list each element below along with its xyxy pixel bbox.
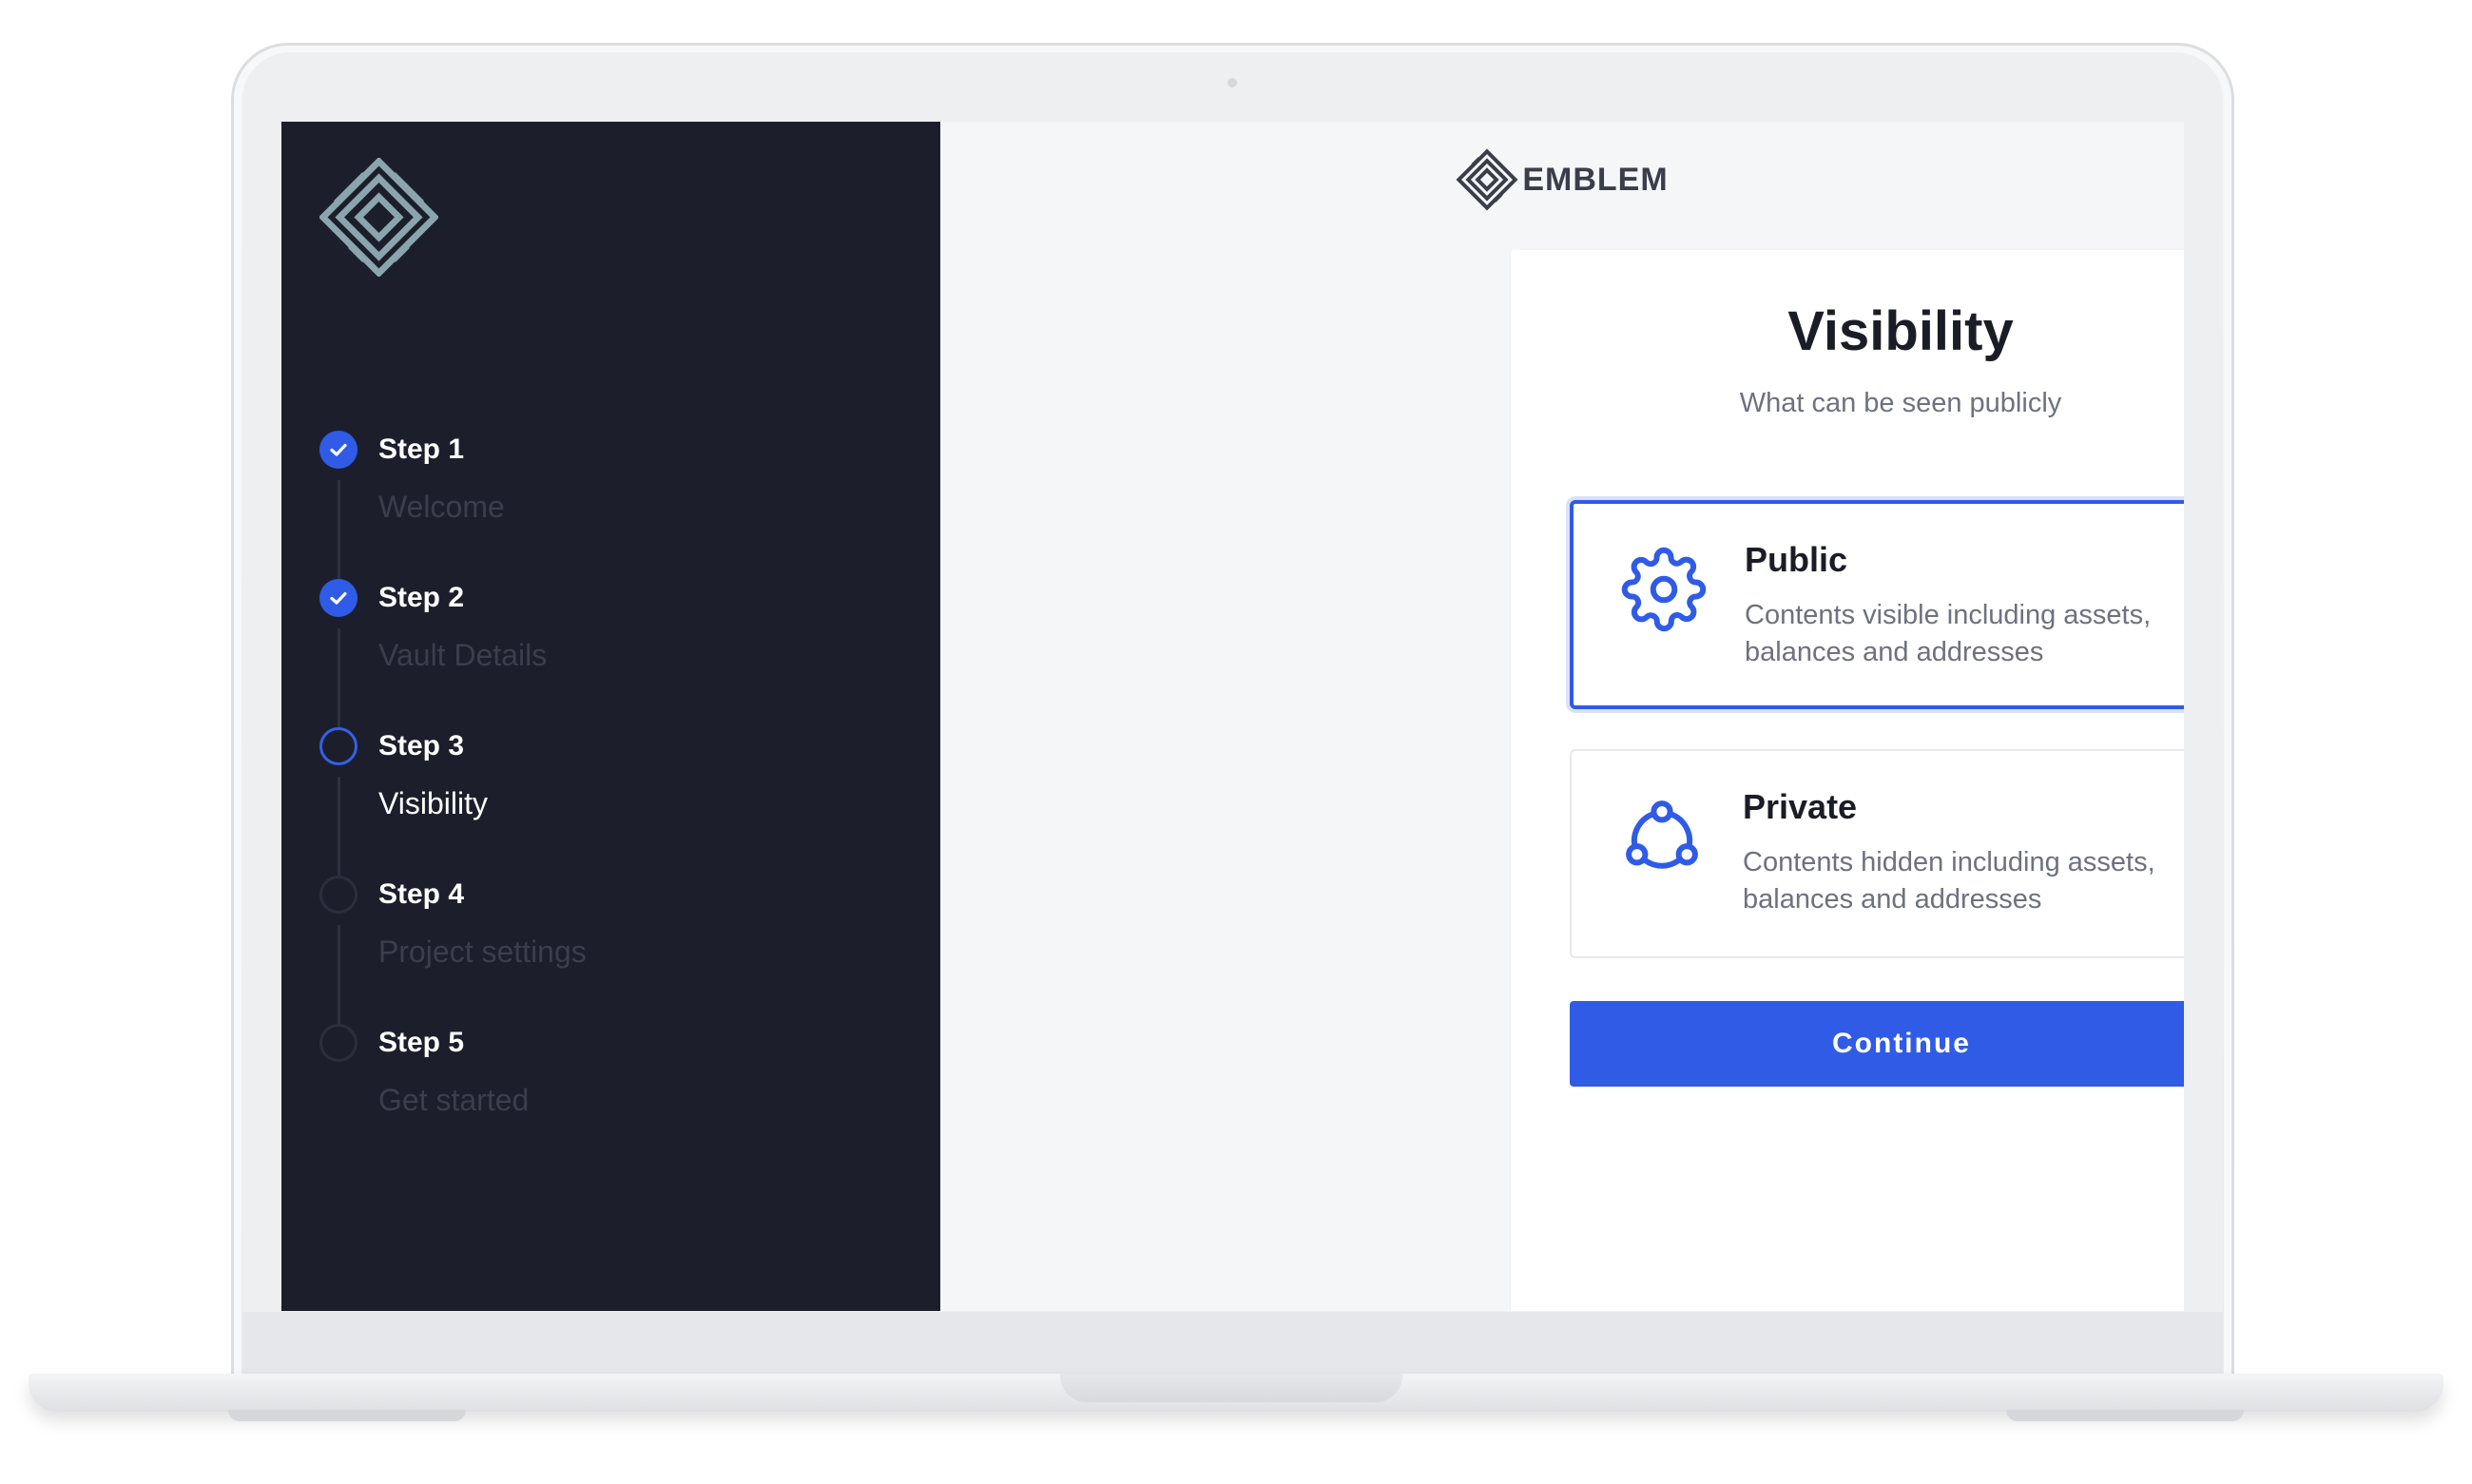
step-connector [338, 480, 340, 579]
step-title: Step 5 [378, 1027, 465, 1058]
visibility-card: Visibility What can be seen publicly Pub… [1511, 250, 2184, 1311]
emblem-logo-icon [319, 158, 438, 277]
step-subtitle: Project settings [378, 935, 587, 969]
step-complete-marker [319, 431, 357, 469]
brand-header: EMBLEM [940, 148, 2184, 211]
steps-list: Step 1 Welcome Step 2 Vault Details Step… [319, 431, 890, 1172]
step-connector [338, 925, 340, 1024]
main-panel: EMBLEM Visibility What can be seen publi… [940, 122, 2184, 1311]
step-complete-marker [319, 579, 357, 617]
laptop-foot-right [2006, 1410, 2244, 1421]
step-title: Step 2 [378, 582, 465, 613]
step-pending-marker [319, 876, 357, 914]
option-title: Public [1745, 540, 1848, 579]
step-title: Step 3 [378, 730, 465, 761]
step-item[interactable]: Step 5 Get started [319, 1024, 890, 1172]
gear-icon [1621, 547, 1707, 632]
app-screen: Step 1 Welcome Step 2 Vault Details Step… [281, 122, 2184, 1311]
step-subtitle: Welcome [378, 490, 505, 524]
step-item[interactable]: Step 1 Welcome [319, 431, 890, 579]
brand-name: EMBLEM [1522, 161, 1669, 198]
option-description: Contents hidden including assets, balanc… [1743, 847, 2155, 915]
continue-button[interactable]: Continue [1570, 1001, 2184, 1087]
step-item-current[interactable]: Step 3 Visibility [319, 727, 890, 876]
option-public[interactable]: Public Contents visible including assets… [1570, 500, 2184, 709]
laptop-notch [1060, 1374, 1402, 1402]
check-icon [330, 443, 347, 456]
laptop-chin [242, 1312, 2223, 1378]
step-connector [338, 777, 340, 876]
emblem-logo-icon [1456, 148, 1518, 211]
page-subtitle: What can be seen publicly [1739, 388, 2062, 418]
step-subtitle: Visibility [378, 786, 488, 820]
option-private[interactable]: Private Contents hidden including assets… [1570, 749, 2184, 958]
step-item[interactable]: Step 4 Project settings [319, 876, 890, 1024]
sidebar: Step 1 Welcome Step 2 Vault Details Step… [281, 122, 940, 1311]
step-title: Step 1 [378, 434, 465, 465]
option-description: Contents visible including assets, balan… [1745, 600, 2152, 667]
step-connector [338, 628, 340, 727]
step-subtitle: Get started [378, 1083, 530, 1117]
camera [1227, 78, 1237, 87]
laptop-foot-left [228, 1410, 466, 1421]
page-title: Visibility [1787, 300, 2014, 362]
step-title: Step 4 [378, 878, 465, 910]
check-icon [330, 591, 347, 605]
step-item[interactable]: Step 2 Vault Details [319, 579, 890, 727]
network-icon [1626, 800, 1698, 869]
step-subtitle: Vault Details [378, 638, 548, 672]
step-current-marker [319, 727, 357, 765]
option-title: Private [1743, 787, 1858, 826]
step-pending-marker [319, 1024, 357, 1062]
